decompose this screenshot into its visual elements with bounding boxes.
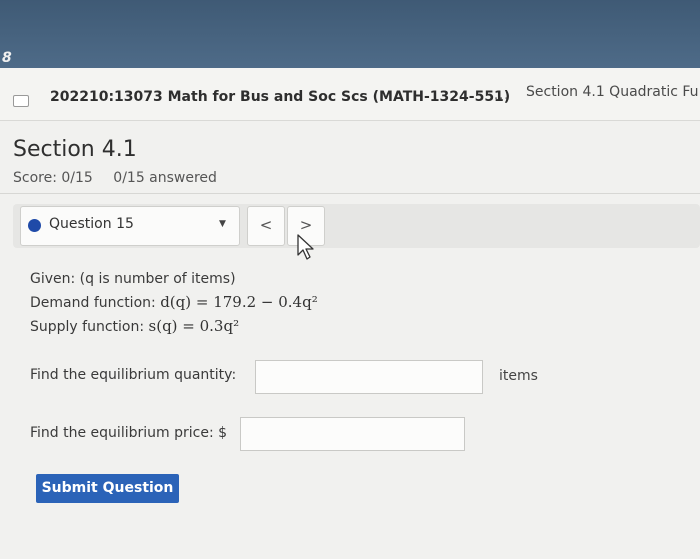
supply-line: Supply function: s(q) = 0.3q² — [30, 315, 318, 339]
answered-text: 0/15 answered — [113, 170, 217, 186]
quantity-unit-label: items — [499, 368, 538, 384]
page-title: Section 4.1 — [13, 137, 137, 162]
demand-expression: d(q) = 179.2 − 0.4q² — [160, 293, 318, 311]
submit-question-button[interactable]: Submit Question — [36, 474, 179, 503]
mouse-cursor-icon — [297, 234, 314, 260]
header-badge: 8 — [2, 50, 12, 66]
previous-question-button[interactable]: < — [247, 206, 285, 246]
demand-line: Demand function: d(q) = 179.2 − 0.4q² — [30, 291, 318, 315]
demand-label: Demand function: — [30, 295, 161, 311]
top-header-bar — [0, 0, 700, 68]
question-select-label: Question 15 — [49, 216, 134, 232]
equilibrium-price-input[interactable] — [240, 417, 465, 451]
course-title-link[interactable]: 202210:13073 Math for Bus and Soc Scs (M… — [50, 89, 510, 105]
breadcrumb-ellipsis[interactable]: ... — [494, 88, 509, 103]
price-question-label: Find the equilibrium price: $ — [30, 425, 228, 441]
equilibrium-quantity-input[interactable] — [255, 360, 483, 394]
section-divider — [0, 193, 700, 194]
supply-label: Supply function: — [30, 319, 149, 335]
supply-expression: s(q) = 0.3q² — [148, 317, 240, 335]
breadcrumb-section-link[interactable]: Section 4.1 Quadratic Fu — [526, 84, 699, 100]
quantity-question-label: Find the equilibrium quantity: — [30, 367, 237, 383]
question-status-dot — [28, 219, 41, 232]
score-text: Score: 0/15 — [13, 170, 93, 186]
problem-statement: Given: (q is number of items) Demand fun… — [30, 268, 318, 339]
given-text: Given: (q is number of items) — [30, 271, 236, 287]
caret-down-icon: ▼ — [219, 219, 226, 229]
course-icon — [13, 95, 29, 107]
score-line: Score: 0/15 0/15 answered — [13, 170, 233, 186]
